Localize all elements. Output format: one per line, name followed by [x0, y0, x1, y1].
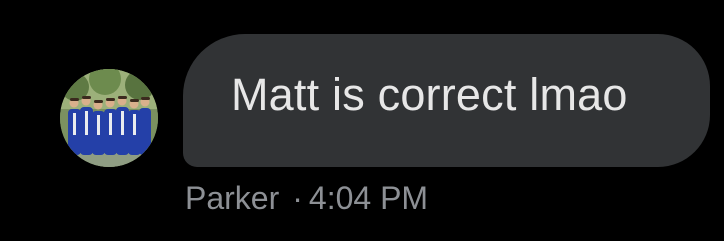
meta-separator: ·: [292, 180, 303, 216]
avatar[interactable]: [60, 69, 158, 167]
message-text: Matt is correct lmao: [231, 69, 628, 120]
message-timestamp: 4:04 PM: [308, 180, 429, 216]
message-meta: Parker · 4:04 PM: [185, 176, 428, 220]
graduates-photo-icon: [60, 69, 158, 167]
message-row: Matt is correct lmao Parker · 4:04 PM: [0, 0, 724, 241]
message-bubble[interactable]: Matt is correct lmao: [183, 34, 710, 167]
sender-name: Parker: [185, 180, 280, 216]
